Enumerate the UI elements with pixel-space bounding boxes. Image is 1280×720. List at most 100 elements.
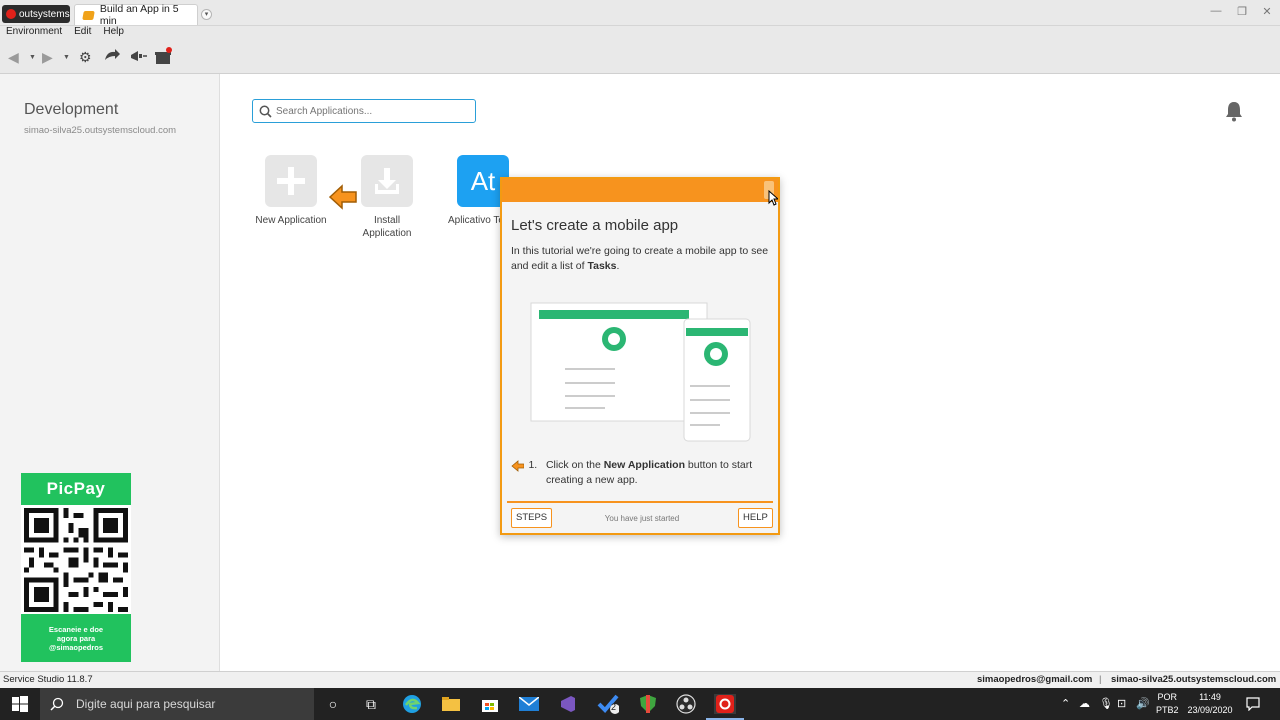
tab-list-dropdown-button[interactable]: ▾ <box>201 9 212 20</box>
notification-center-icon[interactable] <box>1246 697 1260 711</box>
tutorial-intro: In this tutorial we're going to create a… <box>511 244 773 274</box>
tutorial-step: 1. Click on the New Application button t… <box>511 458 773 488</box>
outsystems-brand-tab[interactable]: outsystems <box>2 5 70 23</box>
forward-icon[interactable]: ▶ <box>42 50 53 64</box>
microphone-icon[interactable]: 🎙 <box>1099 697 1113 710</box>
brand-label: outsystems <box>19 8 70 20</box>
windows-logo-icon <box>12 696 28 712</box>
megaphone-icon[interactable] <box>128 48 148 64</box>
status-separator: | <box>1099 674 1102 685</box>
network-icon[interactable]: ⊡ <box>1117 697 1126 710</box>
install-application-button[interactable] <box>361 155 413 207</box>
picpay-logo: PicPay <box>21 473 131 505</box>
back-history-caret-icon[interactable]: ▼ <box>29 54 36 61</box>
visual-studio-icon[interactable] <box>557 694 579 714</box>
module-icon <box>82 10 95 20</box>
publish-icon[interactable] <box>103 48 121 64</box>
plus-icon <box>277 167 305 195</box>
environment-host: simao-silva25.outsystemscloud.com <box>24 125 177 136</box>
keyboard-layout: PTB2 <box>1156 705 1179 715</box>
taskbar-clock[interactable]: 11:49 23/09/2020 <box>1186 691 1234 717</box>
microsoft-store-icon[interactable] <box>479 694 501 714</box>
shield-app-icon[interactable] <box>637 694 659 714</box>
step-text-prefix: Click on the <box>545 459 604 471</box>
tutorial-intro-suffix: . <box>616 260 620 272</box>
server-host[interactable]: simao-silva25.outsystemscloud.com <box>1111 674 1276 685</box>
file-explorer-icon[interactable] <box>440 694 462 714</box>
picpay-caption-line: Escaneie e doe <box>48 624 104 634</box>
edge-browser-icon[interactable] <box>401 694 423 714</box>
tutorial-divider <box>507 501 773 503</box>
search-input[interactable] <box>276 105 466 117</box>
language-code: POR <box>1157 692 1178 702</box>
step-text-bold: New Application <box>603 459 686 471</box>
status-bar: Service Studio 11.8.7 simaopedros@gmail.… <box>0 671 1280 688</box>
tutorial-status: You have just started <box>604 514 680 523</box>
help-button[interactable]: HELP <box>738 508 773 528</box>
environment-title: Development <box>24 101 119 118</box>
back-icon[interactable]: ◀ <box>8 50 19 64</box>
tutorial-intro-text: In this tutorial we're going to create a… <box>511 245 769 272</box>
download-icon <box>375 168 399 194</box>
tab-build-an-app[interactable]: Build an App in 5 min <box>74 3 198 27</box>
mobile-app-illustration <box>530 302 751 442</box>
step-number: 1. <box>528 459 538 471</box>
tutorial-popup: Let's create a mobile app In this tutori… <box>500 177 780 535</box>
bell-icon[interactable] <box>1224 100 1244 122</box>
restore-button[interactable]: ❐ <box>1235 5 1249 18</box>
taskbar-search[interactable]: Digite aqui para pesquisar <box>40 688 314 720</box>
cortana-icon[interactable]: ○ <box>322 694 344 714</box>
menu-help[interactable]: Help <box>103 26 124 40</box>
step-pointer-icon <box>511 460 525 472</box>
outsystems-logo-icon <box>6 9 16 19</box>
todo-badge-count: 2 <box>611 702 617 712</box>
mail-icon[interactable] <box>518 694 540 714</box>
install-label-line: Install <box>373 215 401 226</box>
user-email[interactable]: simaopedros@gmail.com <box>977 674 1092 685</box>
start-button[interactable] <box>0 688 40 720</box>
app-label-aplicativo: Aplicativo Te <box>448 215 504 226</box>
new-application-label-text: New Application <box>255 215 327 226</box>
version-label: Service Studio 11.8.7 <box>3 674 93 685</box>
gift-notification-icon[interactable] <box>154 47 174 65</box>
menu-edit[interactable]: Edit <box>74 26 91 40</box>
obs-studio-icon[interactable] <box>675 694 697 714</box>
volume-icon[interactable]: 🔊 <box>1136 697 1150 710</box>
menu-bar: Environment Edit Help <box>0 26 1280 40</box>
new-application-label: New Application <box>250 214 332 227</box>
install-label-line: Application <box>362 228 412 239</box>
tutorial-header-bar[interactable] <box>502 179 778 202</box>
windows-taskbar: Digite aqui para pesquisar ○ ⧉ 2 ⌃ ☁ 🎙 ⊡… <box>0 688 1280 720</box>
picpay-caption: Escaneie e doe agora para @simaopedros <box>21 614 131 662</box>
menu-environment[interactable]: Environment <box>6 26 62 40</box>
tutorial-title: Let's create a mobile app <box>511 217 679 234</box>
picpay-donation-card: PicPay Escaneie e doe agora para @simaop… <box>21 473 131 662</box>
install-application-label: Install Application <box>346 214 428 240</box>
todo-app-icon[interactable]: 2 <box>597 694 619 714</box>
taskbar-search-placeholder: Digite aqui para pesquisar <box>76 697 216 711</box>
steps-button[interactable]: STEPS <box>511 508 553 528</box>
search-icon <box>50 697 64 711</box>
step-text: Click on the New Application button to s… <box>546 458 773 488</box>
task-view-icon[interactable]: ⧉ <box>360 694 382 714</box>
gear-icon[interactable]: ⚙ <box>79 50 92 64</box>
search-icon <box>259 105 272 118</box>
new-application-button[interactable] <box>265 155 317 207</box>
mouse-cursor-icon <box>768 190 778 206</box>
forward-history-caret-icon[interactable]: ▼ <box>63 54 70 61</box>
clock-time: 11:49 <box>1199 692 1221 702</box>
app-tile-initials: At <box>470 165 496 196</box>
minimize-button[interactable]: — <box>1209 5 1223 17</box>
qr-code-image <box>24 508 128 612</box>
close-button[interactable]: ✕ <box>1260 5 1274 18</box>
title-bar: outsystems Build an App in 5 min ▾ — ❐ ✕ <box>0 0 1280 27</box>
toolbar: ◀ ▼ ▶ ▼ ⚙ <box>0 40 1280 74</box>
tutorial-pointer-arrow-icon <box>329 184 357 210</box>
input-language-indicator[interactable]: POR PTB2 <box>1156 691 1179 717</box>
show-hidden-icons-chevron-icon[interactable]: ⌃ <box>1061 697 1070 710</box>
picpay-caption-line: @simaopedros <box>49 642 103 652</box>
onedrive-cloud-icon[interactable]: ☁ <box>1079 697 1090 710</box>
picpay-caption-line: agora para <box>56 633 96 643</box>
outsystems-taskbar-icon[interactable] <box>706 694 744 720</box>
search-box[interactable] <box>252 99 476 123</box>
